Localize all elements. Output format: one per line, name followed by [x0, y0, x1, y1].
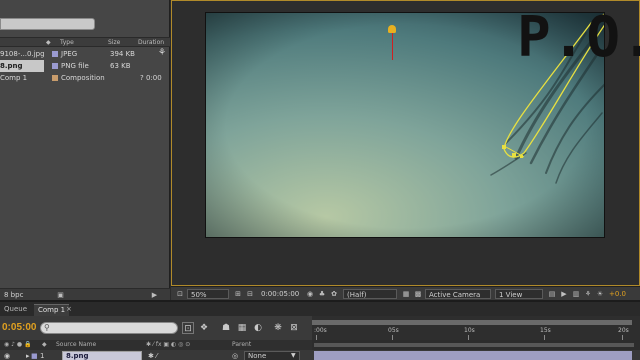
- show-snapshot-icon[interactable]: ♣: [317, 289, 327, 299]
- ruler-label: 20s: [618, 327, 629, 334]
- av-features-icon[interactable]: ◉ ♪ ● 🔒: [4, 341, 32, 348]
- layer-label-swatch[interactable]: ■: [31, 352, 38, 360]
- layer-number: 1: [40, 352, 45, 360]
- bit-depth-button[interactable]: 8 bpc: [4, 291, 23, 299]
- snapshot-icon[interactable]: ◉: [305, 289, 315, 299]
- frame-blending-icon[interactable]: ▦: [236, 322, 248, 334]
- column-duration[interactable]: Duration: [138, 39, 164, 46]
- tag-icon[interactable]: ◆: [46, 39, 51, 46]
- expand-arrow-icon[interactable]: ▸: [26, 352, 30, 360]
- chevron-down-icon: ▼: [291, 352, 296, 359]
- current-time-display[interactable]: 0:00:05:00: [261, 289, 299, 299]
- project-panel: ◆ Type Size Duration 9108-...0.jpg JPEG …: [0, 0, 170, 300]
- column-type[interactable]: Type: [60, 39, 74, 46]
- region-of-interest-icon[interactable]: ▦: [401, 289, 411, 299]
- pickwhip-icon[interactable]: ◎: [232, 352, 238, 360]
- item-size: 63 KB: [110, 62, 131, 70]
- overlay-title-text: P.O.: [517, 5, 640, 70]
- mask-vertex[interactable]: [502, 145, 506, 149]
- current-time-indicator[interactable]: [388, 25, 396, 33]
- delete-icon[interactable]: ▣: [56, 291, 65, 299]
- project-footer: 8 bpc ▣ ▶: [0, 288, 170, 300]
- switches-header-icon[interactable]: ✱ ⁄ fx ▣ ◐ ◎ ⊙: [146, 341, 190, 348]
- mask-vertex[interactable]: [512, 153, 516, 157]
- always-preview-icon[interactable]: ⊡: [175, 289, 185, 299]
- label-column-icon[interactable]: ◆: [42, 341, 47, 348]
- timeline-scrollbar[interactable]: [312, 340, 640, 350]
- column-parent[interactable]: Parent: [232, 341, 251, 348]
- label-swatch[interactable]: [52, 51, 58, 57]
- visibility-icon[interactable]: ◉: [4, 352, 10, 360]
- project-search-input[interactable]: [0, 18, 95, 30]
- mask-vertex[interactable]: [520, 155, 523, 158]
- project-item-png[interactable]: 8.png PNG file 63 KB: [0, 60, 170, 72]
- timeline-current-time[interactable]: 0:05:00: [2, 322, 36, 333]
- layer-columns-header: ◉ ♪ ● 🔒 ◆ Source Name ✱ ⁄ fx ▣ ◐ ◎ ⊙ Par…: [0, 340, 312, 350]
- close-tab-icon[interactable]: ×: [64, 304, 74, 316]
- item-name: 9108-...0.jpg: [0, 50, 45, 58]
- project-item-comp[interactable]: Comp 1 Composition ? 0:00: [0, 72, 170, 84]
- hide-shy-layers-icon[interactable]: ☗: [220, 322, 232, 334]
- magnification-dropdown[interactable]: 50%: [187, 289, 229, 299]
- scroll-right-icon[interactable]: ▶: [150, 291, 159, 299]
- layer-name: 8.png: [66, 352, 89, 360]
- ruler-label: :00s: [314, 327, 327, 334]
- project-column-header: ◆ Type Size Duration: [0, 37, 170, 47]
- brainstorm-icon[interactable]: ❋: [272, 322, 284, 334]
- timeline-icon[interactable]: ▥: [571, 289, 581, 299]
- graph-editor-icon[interactable]: ⊠: [288, 322, 300, 334]
- column-source-name[interactable]: Source Name: [56, 341, 96, 348]
- time-ruler[interactable]: :00s 05s 10s 15s 20s: [312, 316, 640, 340]
- resolution-dropdown[interactable]: (Half): [343, 289, 397, 299]
- timeline-panel: Queue Comp 1 × 0:05:00 ⚲ ⊡ ❖ ☗ ▦ ◐ ❋ ⊠ :…: [0, 300, 640, 360]
- label-swatch[interactable]: [52, 63, 58, 69]
- scroll-thumb[interactable]: [314, 343, 634, 347]
- flowchart-icon[interactable]: ⚘: [158, 48, 166, 58]
- tab-render-queue[interactable]: Queue: [0, 304, 31, 316]
- transparency-grid-icon[interactable]: ▩: [413, 289, 423, 299]
- search-icon: ⚲: [44, 323, 50, 332]
- parent-value: None: [248, 352, 267, 360]
- reset-exposure-icon[interactable]: ☀: [595, 289, 605, 299]
- draft-3d-icon[interactable]: ❖: [198, 322, 210, 334]
- timeline-tab-strip: Queue Comp 1 ×: [0, 302, 640, 316]
- label-swatch[interactable]: [52, 75, 58, 81]
- comp-mini-flowchart-icon[interactable]: ⊡: [182, 322, 194, 334]
- safe-zones-icon[interactable]: ⊞: [233, 289, 243, 299]
- camera-dropdown[interactable]: Active Camera: [425, 289, 491, 299]
- timeline-search-input[interactable]: ⚲: [40, 322, 178, 334]
- fast-previews-icon[interactable]: ▶: [559, 289, 569, 299]
- item-name: 8.png: [0, 60, 44, 72]
- mask-visibility-icon[interactable]: ⊟: [245, 289, 255, 299]
- ruler-label: 15s: [540, 327, 551, 334]
- motion-blur-icon[interactable]: ◐: [252, 322, 264, 334]
- layer-name-field[interactable]: 8.png: [62, 351, 142, 360]
- layer-duration-bar[interactable]: [314, 351, 632, 360]
- viewer-toolbar: ⊡ 50% ⊞ ⊟ 0:00:05:00 ◉ ♣ ✿ (Half) ▦ ▩ Ac…: [171, 286, 640, 300]
- ruler-label: 10s: [464, 327, 475, 334]
- flowchart-icon[interactable]: ⚘: [583, 289, 593, 299]
- item-size: 394 KB: [110, 50, 135, 58]
- ruler-label: 05s: [388, 327, 399, 334]
- pixel-aspect-icon[interactable]: ▤: [547, 289, 557, 299]
- item-name: Comp 1: [0, 74, 28, 82]
- item-type: PNG file: [61, 62, 89, 70]
- column-size[interactable]: Size: [108, 39, 120, 46]
- exposure-value[interactable]: +0.0: [609, 289, 626, 299]
- project-item-jpeg[interactable]: 9108-...0.jpg JPEG 394 KB ⚘: [0, 48, 170, 60]
- item-type: Composition: [61, 74, 105, 82]
- item-duration: ? 0:00: [140, 74, 162, 82]
- layer-switches-icon[interactable]: ✱ ⁄: [148, 352, 157, 360]
- view-layout-dropdown[interactable]: 1 View: [495, 289, 543, 299]
- work-area-bar[interactable]: [312, 320, 632, 325]
- channel-icon[interactable]: ✿: [329, 289, 339, 299]
- parent-dropdown[interactable]: None ▼: [244, 351, 300, 360]
- item-type: JPEG: [61, 50, 78, 58]
